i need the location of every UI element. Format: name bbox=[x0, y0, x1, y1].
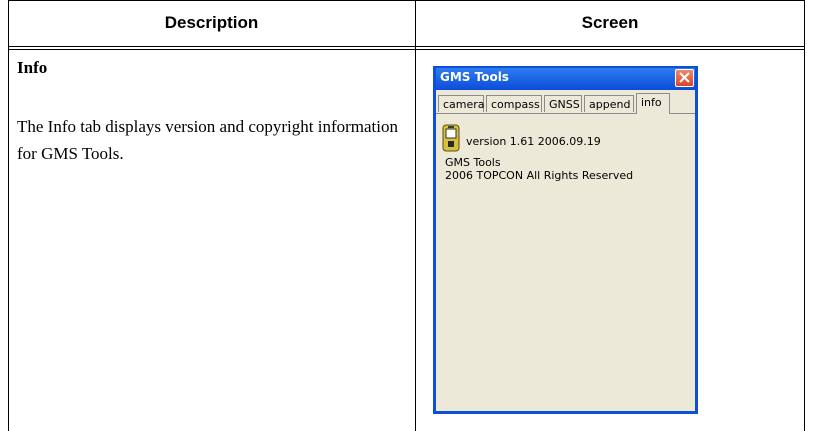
gms-device-icon bbox=[442, 124, 460, 152]
close-icon bbox=[679, 72, 690, 83]
tab-append[interactable]: append bbox=[584, 95, 634, 112]
version-text: version 1.61 2006.09.19 bbox=[466, 135, 601, 148]
tab-strip: camera compass GNSS append info bbox=[436, 93, 695, 114]
window-client-area: camera compass GNSS append info version … bbox=[436, 90, 695, 411]
tab-gnss[interactable]: GNSS bbox=[544, 95, 582, 112]
table-column-divider bbox=[415, 0, 416, 431]
title-bar: GMS Tools bbox=[436, 68, 695, 90]
header-rule-1 bbox=[8, 46, 805, 47]
description-text: The Info tab displays version and copyri… bbox=[17, 117, 398, 163]
section-heading: Info bbox=[17, 58, 48, 77]
tab-compass[interactable]: compass bbox=[486, 95, 542, 112]
table-border-left bbox=[8, 0, 9, 431]
info-tab-panel: version 1.61 2006.09.19 GMS Tools 2006 T… bbox=[436, 113, 695, 411]
header-rule-2 bbox=[8, 49, 805, 50]
copyright-text: 2006 TOPCON All Rights Reserved bbox=[445, 169, 634, 182]
app-name: GMS Tools bbox=[445, 156, 501, 169]
column-header-screen: Screen bbox=[581, 13, 639, 32]
column-header-description: Description bbox=[164, 13, 259, 32]
window-title: GMS Tools bbox=[440, 70, 509, 84]
tab-camera[interactable]: camera bbox=[438, 95, 485, 112]
tab-info[interactable]: info bbox=[636, 93, 670, 114]
gms-tools-window: GMS Tools camera compass GNSS append inf… bbox=[433, 66, 698, 414]
close-button[interactable] bbox=[675, 69, 694, 87]
table-border-right bbox=[804, 0, 805, 431]
